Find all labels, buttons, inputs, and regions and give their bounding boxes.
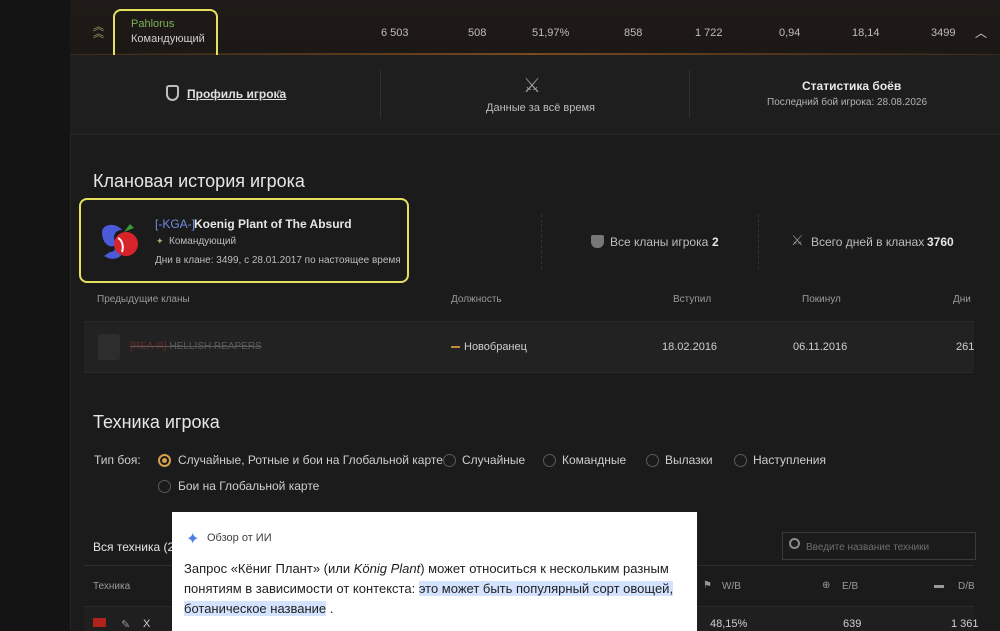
ai-overview-text: Запрос «Кёниг Плант» (или König Plant) м… [184, 559, 684, 619]
total-days-label: Всего дней в кланах [811, 235, 925, 249]
radio-label[interactable]: Вылазки [665, 453, 713, 467]
last-battle-date: Последний бой игрока: 28.08.2026 [767, 97, 928, 108]
stat-value-7: 18,14 [852, 27, 880, 39]
vehicle-db: 1 361 [951, 618, 979, 630]
ai-text-part: Запрос «Кёниг Плант» (или [184, 561, 354, 576]
clan-shield-icon [591, 235, 604, 248]
search-icon [789, 538, 800, 549]
clan-name[interactable]: Koenig Plant of The Absurd [194, 217, 352, 231]
crossed-swords-icon: ⚔ [523, 75, 541, 97]
divider [689, 70, 690, 118]
alltime-filter[interactable]: Данные за всё время [486, 102, 595, 114]
vehicle-wb: 48,15% [710, 618, 748, 630]
radio-team[interactable] [543, 454, 556, 467]
stat-value-5: 1 722 [695, 27, 723, 39]
recruit-rank-icon [451, 346, 460, 348]
divider [758, 214, 759, 269]
radio-sorties[interactable] [646, 454, 659, 467]
radio-random-company-gm[interactable] [158, 454, 171, 467]
radio-label[interactable]: Случайные [462, 453, 525, 467]
vehicle-search-input[interactable] [806, 540, 966, 554]
ai-text-italic: König Plant [353, 561, 421, 576]
stat-value-2: 508 [468, 27, 487, 39]
th-joined: Вступил [673, 294, 712, 305]
vehicle-class-icon: ✎ [121, 619, 131, 631]
ai-overview-title: Обзор от ИИ [207, 532, 272, 544]
all-clans-label: Все кланы игрока [610, 235, 709, 249]
col-vehicle[interactable]: Техника [93, 581, 130, 592]
player-profile-link[interactable]: Профиль игрока [187, 87, 286, 101]
col-eb[interactable]: E/B [842, 581, 858, 592]
th-position: Должность [451, 294, 502, 305]
stat-value-4: 858 [624, 27, 643, 39]
radio-advances[interactable] [734, 454, 747, 467]
nation-flag-icon [93, 618, 106, 627]
stat-winrate: 51,97% [532, 27, 570, 39]
stat-value-6: 0,94 [779, 27, 801, 39]
vehicles-title: Техника игрока [93, 412, 220, 432]
prev-clan-joined: 18.02.2016 [662, 341, 718, 353]
radio-random[interactable] [443, 454, 456, 467]
divider [380, 70, 381, 118]
player-name[interactable]: Pahlorus [131, 18, 174, 30]
flag-icon: ⚑ [703, 580, 712, 591]
player-role: Командующий [131, 33, 205, 45]
crossed-swords-icon: ⚔ [791, 232, 804, 248]
collapse-chevron-up-icon[interactable]: ︿ [975, 24, 987, 41]
clan-role: Командующий [169, 236, 237, 247]
clan-logo-icon [102, 224, 138, 259]
vehicle-tier: X [143, 618, 151, 630]
th-days: Дни [953, 294, 971, 305]
prev-clan-tag: [REA-R] [130, 341, 167, 352]
prev-clan-name[interactable]: [REA-R] HELLISH REAPERS [130, 341, 262, 352]
total-days-value: 3760 [927, 235, 954, 249]
radio-global-map[interactable] [158, 480, 171, 493]
prev-clan-days: 261 [956, 341, 975, 353]
stat-battles: 6 503 [381, 27, 409, 39]
radio-label[interactable]: Наступления [753, 453, 826, 467]
battle-stats-title[interactable]: Статистика боёв [802, 79, 901, 93]
ai-text-part: . [326, 601, 334, 616]
prev-clan-title: HELLISH REAPERS [169, 341, 262, 352]
rank-chevrons-icon: ︽ ︽ [93, 21, 104, 40]
radio-label[interactable]: Случайные, Ротные и бои на Глобальной ка… [178, 453, 443, 467]
clan-emblem-icon [98, 334, 120, 360]
target-icon: ⊕ [822, 580, 831, 591]
tank-icon: ▬ [934, 580, 944, 591]
clan-tag[interactable]: [-KGA-] [155, 217, 195, 231]
commander-rank-icon: ✦ [156, 236, 164, 246]
th-prev-clans: Предыдущие кланы [97, 294, 190, 305]
clan-history-title: Клановая история игрока [93, 171, 305, 191]
stat-days: 3499 [931, 27, 956, 39]
clan-days: Дни в клане: 3499, с 28.01.2017 по насто… [155, 255, 401, 266]
shield-icon [166, 85, 179, 101]
divider [541, 214, 542, 269]
prev-clan-left: 06.11.2016 [793, 341, 848, 353]
vehicle-eb: 639 [843, 618, 862, 630]
battle-type-label: Тип боя: [94, 453, 141, 467]
radio-label[interactable]: Командные [562, 453, 626, 467]
tab-all-vehicles[interactable]: Вся техника (23 [93, 540, 181, 554]
sparkle-icon: ✦ [186, 531, 200, 548]
col-db[interactable]: D/B [958, 581, 975, 592]
all-clans-value: 2 [712, 235, 719, 249]
prev-clan-role: Новобранец [464, 341, 527, 353]
th-left: Покинул [802, 294, 841, 305]
radio-label[interactable]: Бои на Глобальной карте [178, 479, 319, 493]
col-wb[interactable]: W/B [722, 581, 741, 592]
external-link-icon[interactable]: ↗ [274, 88, 282, 99]
